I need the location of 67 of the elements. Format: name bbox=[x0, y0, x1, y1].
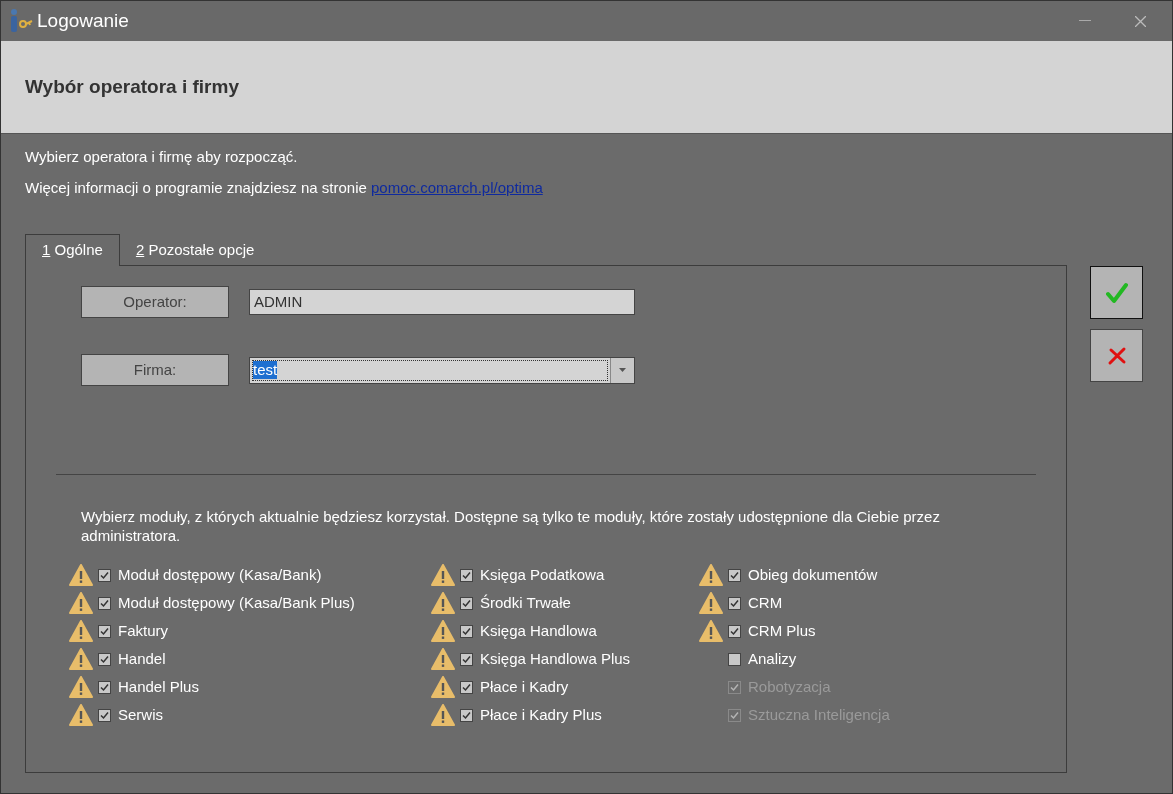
field-label: Operator: bbox=[81, 286, 229, 318]
company-dropdown[interactable]: test bbox=[249, 356, 635, 384]
intro-text: Więcej informacji o programie znajdziesz na stronie pomoc.comarch.pl/optima bbox=[25, 177, 544, 198]
window-title: Logowanie bbox=[37, 8, 129, 33]
field-label: Firma: bbox=[81, 354, 229, 386]
checkbox[interactable] bbox=[460, 708, 473, 722]
checkbox[interactable] bbox=[98, 708, 111, 722]
module-label: Księga Podatkowa bbox=[480, 564, 605, 585]
checkbox[interactable] bbox=[728, 568, 741, 582]
check-icon bbox=[730, 710, 739, 720]
check-icon bbox=[100, 570, 109, 580]
confirm-button[interactable] bbox=[1090, 266, 1143, 319]
caret-icon[interactable] bbox=[619, 368, 626, 372]
checkbox[interactable] bbox=[98, 680, 111, 694]
check-icon bbox=[100, 710, 109, 720]
header-title: Wybór operatora i firmy bbox=[25, 74, 239, 99]
checkbox[interactable] bbox=[98, 624, 111, 638]
module-label: Płace i Kadry bbox=[480, 676, 569, 697]
check-icon bbox=[730, 598, 739, 608]
check-icon bbox=[100, 626, 109, 636]
module-label: Handel bbox=[118, 648, 166, 669]
module-label: CRM bbox=[748, 592, 783, 613]
check-icon bbox=[462, 626, 471, 636]
module-label: Analizy bbox=[748, 648, 797, 669]
module-label: Księga Handlowa bbox=[480, 620, 597, 641]
cross-icon bbox=[1106, 345, 1127, 366]
checkbox[interactable] bbox=[728, 596, 741, 610]
check-icon bbox=[730, 626, 739, 636]
checkbox[interactable] bbox=[728, 624, 741, 638]
module-label: Płace i Kadry Plus bbox=[480, 704, 602, 725]
tab[interactable]: 1 Ogólne bbox=[25, 234, 120, 266]
checkbox[interactable] bbox=[460, 568, 473, 582]
checkmark-icon bbox=[1105, 281, 1128, 304]
check-icon bbox=[462, 710, 471, 720]
person-key-icon bbox=[9, 8, 33, 34]
check-icon bbox=[462, 654, 471, 664]
checkbox[interactable] bbox=[460, 652, 473, 666]
close-icon[interactable] bbox=[1135, 15, 1146, 27]
check-icon bbox=[462, 682, 471, 692]
check-icon bbox=[730, 682, 739, 692]
checkbox[interactable] bbox=[98, 568, 111, 582]
module-label: Handel Plus bbox=[118, 676, 199, 697]
module-label: Serwis bbox=[118, 704, 163, 725]
modules-hint: Wybierz moduły, z których aktualnie będziesz korzystał. Dostępne są tylko te moduły, które zostały udostępnione dla Ciebie przez administratora. bbox=[81, 507, 941, 545]
check-icon bbox=[100, 682, 109, 692]
check-icon bbox=[100, 654, 109, 664]
checkbox[interactable] bbox=[728, 652, 741, 666]
module-label: CRM Plus bbox=[748, 620, 816, 641]
checkbox[interactable] bbox=[460, 624, 473, 638]
module-label: Środki Trwałe bbox=[480, 592, 571, 613]
module-label: Moduł dostępowy (Kasa/Bank) bbox=[118, 564, 322, 585]
checkbox[interactable] bbox=[460, 680, 473, 694]
check-icon bbox=[730, 570, 739, 580]
check-icon bbox=[100, 598, 109, 608]
intro-text: Wybierz operatora i firmę aby rozpocząć. bbox=[25, 147, 299, 167]
check-icon bbox=[462, 598, 471, 608]
checkbox[interactable] bbox=[460, 596, 473, 610]
checkbox[interactable] bbox=[98, 596, 111, 610]
module-label: Moduł dostępowy (Kasa/Bank Plus) bbox=[118, 592, 355, 613]
module-label: Księga Handlowa Plus bbox=[480, 648, 631, 669]
checkbox[interactable] bbox=[98, 652, 111, 666]
module-label: Obieg dokumentów bbox=[748, 564, 878, 585]
tab[interactable]: 2 Pozostałe opcje bbox=[119, 235, 271, 265]
module-label: Faktury bbox=[118, 620, 168, 641]
operator-field[interactable]: ADMIN bbox=[249, 289, 635, 315]
check-icon bbox=[462, 570, 471, 580]
cancel-button[interactable] bbox=[1090, 329, 1143, 382]
